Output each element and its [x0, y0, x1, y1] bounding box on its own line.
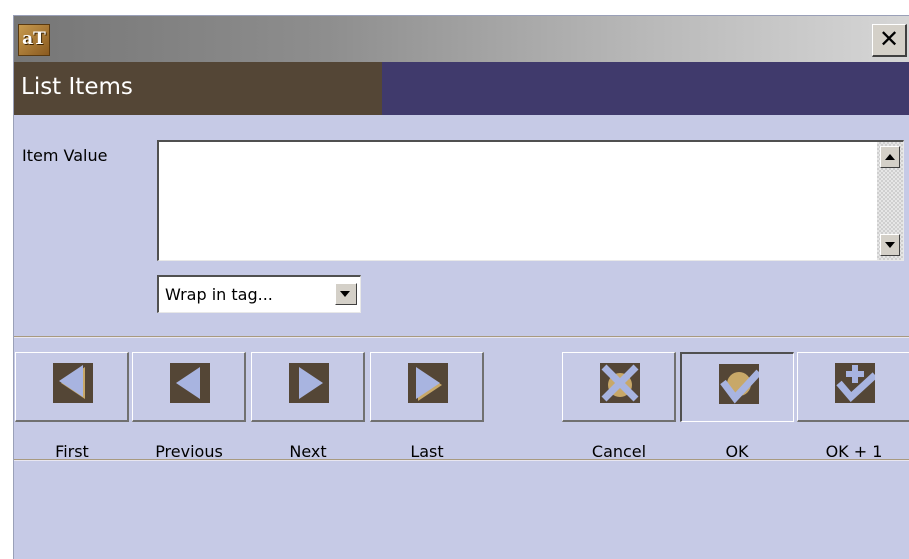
chevron-down-icon	[340, 291, 350, 297]
arrow-up-icon	[885, 154, 895, 160]
app-logo-icon: aT	[18, 24, 50, 56]
ok-button[interactable]	[680, 352, 794, 422]
cancel-button[interactable]	[562, 352, 676, 422]
ok-plus-one-button[interactable]	[797, 352, 909, 422]
item-value-textarea[interactable]	[157, 140, 904, 261]
previous-button[interactable]	[132, 352, 246, 422]
arrow-down-icon	[885, 242, 895, 248]
status-area	[14, 462, 909, 559]
first-button[interactable]	[15, 352, 129, 422]
previous-icon	[170, 363, 210, 403]
title-bar[interactable]: aT ✕	[14, 16, 909, 62]
ok-icon	[719, 364, 759, 404]
next-button[interactable]	[251, 352, 365, 422]
header-band: List Items	[14, 62, 909, 115]
last-button[interactable]	[370, 352, 484, 422]
scroll-down-button[interactable]	[880, 234, 900, 256]
wrap-select-value: Wrap in tag...	[165, 285, 273, 304]
ok-plus-one-icon	[835, 363, 875, 403]
select-dropdown-button[interactable]	[335, 283, 357, 305]
cancel-icon	[600, 363, 640, 403]
last-icon	[408, 363, 448, 403]
textarea-scrollbar[interactable]	[877, 142, 903, 260]
wrap-in-tag-select[interactable]: Wrap in tag...	[157, 275, 361, 313]
first-icon	[53, 363, 93, 403]
close-button[interactable]: ✕	[872, 24, 907, 57]
dialog-window: aT ✕ List Items Item Value Wrap in tag..…	[13, 15, 909, 559]
next-icon	[289, 363, 329, 403]
divider-bottom	[14, 459, 909, 461]
page-title: List Items	[21, 74, 133, 100]
scroll-up-button[interactable]	[880, 146, 900, 168]
item-value-label: Item Value	[22, 146, 108, 165]
divider-top	[14, 336, 909, 338]
header-title-box: List Items	[14, 62, 382, 115]
